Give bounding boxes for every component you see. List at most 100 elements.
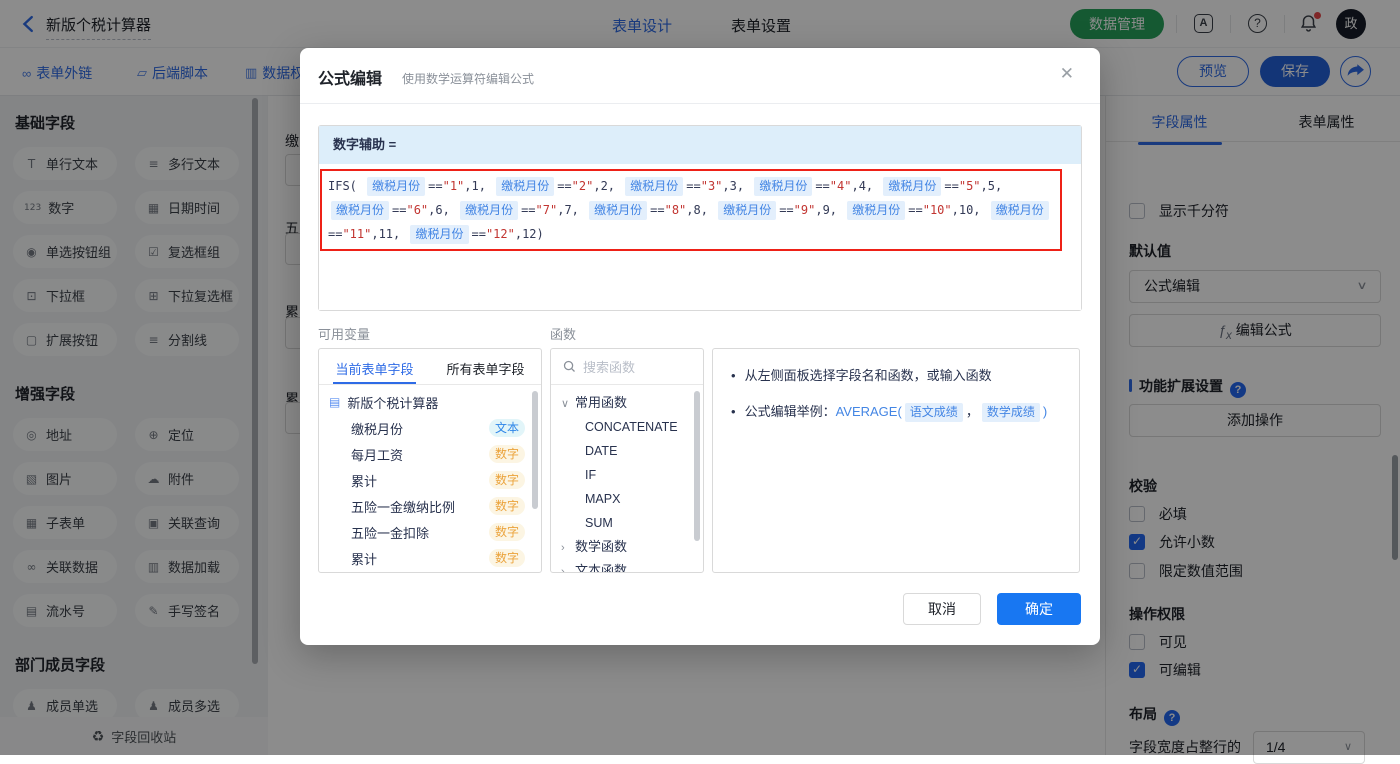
chevron-right-icon: ›	[561, 536, 575, 560]
formula-token: "2"	[572, 179, 594, 193]
help-tip-1: •从左侧面板选择字段名和函数，或输入函数	[731, 365, 1061, 387]
function-item[interactable]: CONCATENATE	[551, 415, 703, 439]
function-item[interactable]: SUM	[551, 511, 703, 535]
variables-root-node[interactable]: ▤ 新版个税计算器	[319, 389, 541, 415]
field-type-badge: 数字	[489, 471, 525, 489]
chevron-right-icon: ›	[561, 560, 575, 573]
field-chip: 缴税月份	[496, 177, 554, 196]
formula-token: "1"	[443, 179, 465, 193]
field-chip: 缴税月份	[410, 225, 468, 244]
formula-token: ,3,	[722, 179, 751, 193]
formula-token: "8"	[665, 203, 687, 217]
formula-token: ==	[650, 203, 664, 217]
formula-token: ==	[392, 203, 406, 217]
cancel-button[interactable]: 取消	[903, 593, 981, 625]
function-group[interactable]: ›数学函数	[551, 535, 703, 559]
formula-token: ,7,	[557, 203, 586, 217]
function-search-input[interactable]	[583, 356, 693, 378]
field-chip: 缴税月份	[460, 201, 518, 220]
functions-tree: ∨常用函数CONCATENATEDATEIFMAPXSUM›数学函数›文本函数	[551, 391, 703, 573]
function-item[interactable]: DATE	[551, 439, 703, 463]
field-chip: 缴税月份	[589, 201, 647, 220]
function-group-name: 常用函数	[575, 395, 627, 410]
modal-title: 公式编辑	[318, 65, 382, 89]
chevron-down-icon: ∨	[561, 392, 575, 416]
field-type-badge: 数字	[489, 445, 525, 463]
formula-token: ==	[557, 179, 571, 193]
variable-row[interactable]: 缴税月份文本	[319, 415, 541, 441]
formula-token: "11"	[342, 227, 371, 241]
function-item[interactable]: MAPX	[551, 487, 703, 511]
field-chip: 缴税月份	[883, 177, 941, 196]
formula-help-panel: •从左侧面板选择字段名和函数，或输入函数 •公式编辑举例：AVERAGE(语文成…	[712, 348, 1080, 573]
functions-panel: ∨常用函数CONCATENATEDATEIFMAPXSUM›数学函数›文本函数	[550, 348, 704, 573]
formula-token: ,6,	[428, 203, 457, 217]
variable-name: 每月工资	[351, 445, 489, 464]
field-chip: 缴税月份	[754, 177, 812, 196]
function-item[interactable]: IF	[551, 463, 703, 487]
formula-token: ,4,	[851, 179, 880, 193]
confirm-button[interactable]: 确定	[997, 593, 1081, 625]
formula-token: ==	[428, 179, 442, 193]
variables-label: 可用变量	[318, 324, 370, 343]
variable-row[interactable]: 五险一金缴纳比例数字	[319, 493, 541, 519]
variable-name: 五险一金扣除	[351, 523, 489, 542]
formula-token: ==	[944, 179, 958, 193]
close-icon[interactable]: ✕	[1060, 64, 1074, 84]
function-group-name: 文本函数	[575, 563, 627, 573]
variables-tree: ▤ 新版个税计算器 缴税月份文本每月工资数字累计数字五险一金缴纳比例数字五险一金…	[319, 389, 541, 571]
formula-token: ==	[908, 203, 922, 217]
formula-token: "7"	[536, 203, 558, 217]
formula-token: ==	[779, 203, 793, 217]
formula-token: ,8,	[686, 203, 715, 217]
function-search-row	[551, 349, 703, 385]
formula-token: ==	[521, 203, 535, 217]
formula-editor: 数字辅助 = IFS( 缴税月份=="1",1, 缴税月份=="2",2, 缴税…	[318, 125, 1082, 311]
variable-name: 缴税月份	[351, 419, 489, 438]
formula-token: ==	[686, 179, 700, 193]
variable-row[interactable]: 每月工资数字	[319, 441, 541, 467]
formula-input-area[interactable]: IFS( 缴税月份=="1",1, 缴税月份=="2",2, 缴税月份=="3"…	[319, 164, 1081, 310]
variable-name: 五险一金缴纳比例	[351, 497, 489, 516]
tab-current-form-fields[interactable]: 当前表单字段	[319, 349, 430, 384]
variable-row[interactable]: 累计数字	[319, 545, 541, 571]
field-chip: 缴税月份	[331, 201, 389, 220]
functions-scrollbar[interactable]	[694, 391, 700, 541]
formula-highlight-box: IFS( 缴税月份=="1",1, 缴税月份=="2",2, 缴税月份=="3"…	[320, 169, 1062, 251]
function-group[interactable]: ›文本函数	[551, 559, 703, 573]
formula-token: ,2,	[593, 179, 622, 193]
modal-subtitle: 使用数学运算符编辑公式	[402, 70, 534, 87]
tab-all-form-fields[interactable]: 所有表单字段	[430, 349, 541, 384]
formula-token: "5"	[959, 179, 981, 193]
functions-label: 函数	[550, 324, 576, 343]
variable-row[interactable]: 五险一金扣除数字	[319, 519, 541, 545]
variable-row[interactable]: 累计数字	[319, 467, 541, 493]
formula-token: ,5,	[981, 179, 1003, 193]
formula-token: ,9,	[815, 203, 844, 217]
formula-token: "4"	[830, 179, 852, 193]
function-group[interactable]: ∨常用函数	[551, 391, 703, 415]
field-chip: 缴税月份	[718, 201, 776, 220]
field-chip: 缴税月份	[625, 177, 683, 196]
formula-token: "9"	[794, 203, 816, 217]
formula-token: ,10,	[952, 203, 988, 217]
formula-token: ,11,	[371, 227, 407, 241]
formula-target-label: 数字辅助 =	[319, 126, 1081, 164]
field-chip: 缴税月份	[991, 201, 1049, 220]
formula-content: IFS( 缴税月份=="1",1, 缴税月份=="2",2, 缴税月份=="3"…	[328, 179, 1052, 241]
variables-rows: 缴税月份文本每月工资数字累计数字五险一金缴纳比例数字五险一金扣除数字累计数字	[319, 415, 541, 571]
variable-name: 累计	[351, 549, 489, 568]
search-icon	[562, 359, 577, 374]
field-chip: 语文成绩	[905, 403, 963, 422]
formula-token: "12"	[486, 227, 515, 241]
formula-token: "3"	[701, 179, 723, 193]
field-type-badge: 数字	[489, 549, 525, 567]
field-type-badge: 文本	[489, 419, 525, 437]
field-chip: 缴税月份	[367, 177, 425, 196]
variable-name: 累计	[351, 471, 489, 490]
formula-token: ==	[328, 227, 342, 241]
variables-panel: 当前表单字段 所有表单字段 ▤ 新版个税计算器 缴税月份文本每月工资数字累计数字…	[318, 348, 542, 573]
variables-scrollbar[interactable]	[532, 391, 538, 509]
formula-token: ==	[472, 227, 486, 241]
formula-token: ,1,	[464, 179, 493, 193]
